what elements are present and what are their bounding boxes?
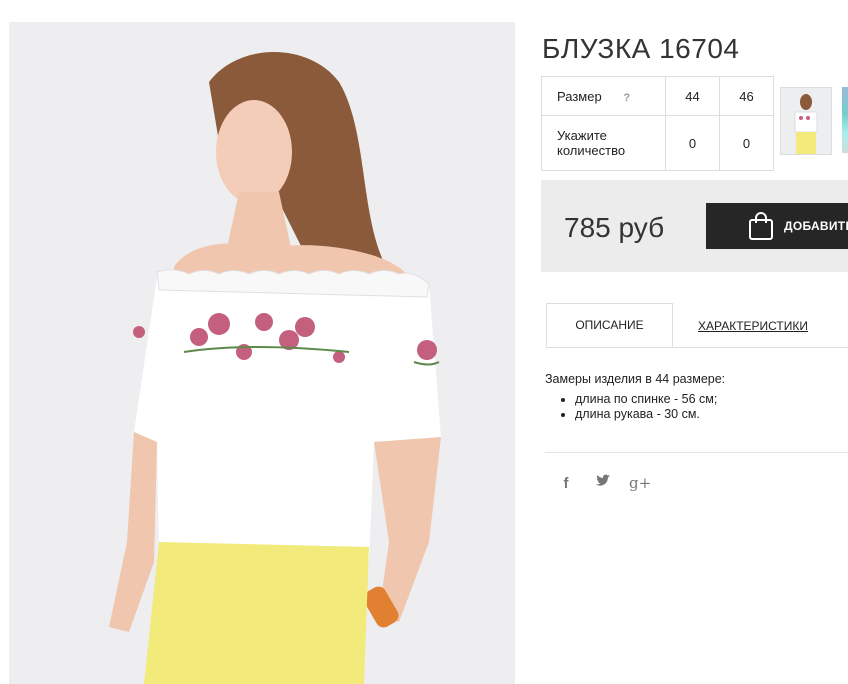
add-to-cart-label: ДОБАВИТЬ: [784, 219, 848, 233]
size-quantity-table: Размер ? 44 46 Укажите количество 0 0: [541, 76, 774, 171]
social-share: f g+: [555, 474, 652, 492]
description-intro: Замеры изделия в 44 размере:: [545, 372, 726, 386]
buy-box: 785 руб ДОБАВИТЬ: [541, 180, 848, 272]
shopping-bag-icon: [749, 212, 773, 240]
product-main-image[interactable]: [9, 22, 515, 684]
tab-characteristics[interactable]: ХАРАКТЕРИСТИКИ: [698, 319, 808, 333]
google-plus-icon[interactable]: g+: [629, 474, 651, 492]
price: 785 руб: [564, 212, 665, 243]
description-panel: Замеры изделия в 44 размере: длина по сп…: [545, 372, 725, 422]
quantity-input-44[interactable]: 0: [665, 115, 720, 171]
size-option-46: 46: [719, 76, 774, 116]
size-option-44: 44: [665, 76, 720, 116]
facebook-icon[interactable]: f: [555, 475, 577, 492]
twitter-icon[interactable]: [592, 474, 614, 492]
product-tabs: ОПИСАНИЕ ХАРАКТЕРИСТИКИ: [546, 303, 848, 348]
size-label: Размер: [557, 88, 602, 104]
add-to-cart-button[interactable]: ДОБАВИТЬ: [706, 203, 848, 249]
description-item: длина рукава - 30 см.: [575, 407, 725, 422]
quantity-input-46[interactable]: 0: [719, 115, 774, 171]
description-list: длина по спинке - 56 см; длина рукава - …: [545, 392, 725, 422]
product-title: БЛУЗКА 16704: [542, 32, 740, 64]
size-label-cell: Размер ?: [541, 76, 666, 116]
description-item: длина по спинке - 56 см;: [575, 392, 725, 407]
thumbnail-2[interactable]: [842, 87, 848, 153]
quantity-label: Укажите количество: [541, 115, 666, 171]
tab-description[interactable]: ОПИСАНИЕ: [546, 303, 673, 347]
thumbnail-1[interactable]: [780, 87, 832, 155]
divider: [545, 452, 848, 453]
size-help-icon[interactable]: ?: [623, 92, 630, 104]
